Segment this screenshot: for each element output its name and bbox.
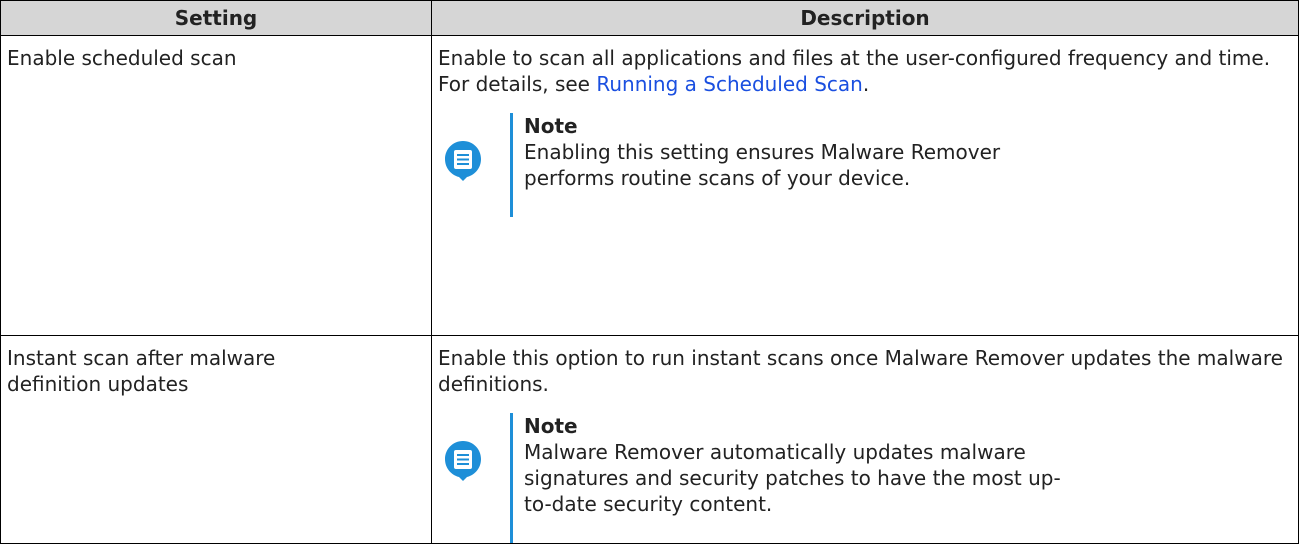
- setting-name: Enable scheduled scan: [7, 46, 237, 70]
- description-cell: Enable this option to run instant scans …: [431, 335, 1299, 544]
- note-title: Note: [524, 114, 578, 138]
- setting-cell: Enable scheduled scan: [0, 35, 432, 336]
- note-callout: Note Enabling this setting ensures Malwa…: [444, 113, 1292, 217]
- note-speech-bubble-icon: [445, 441, 481, 481]
- table-header-row: Setting Description: [0, 0, 1299, 36]
- settings-table-page: Setting Description Enable scheduled sca…: [0, 0, 1299, 544]
- note-text: Enabling this setting ensures Malware Re…: [524, 140, 1001, 190]
- note-body: Note Enabling this setting ensures Malwa…: [524, 113, 1292, 191]
- description-cell: Enable to scan all applications and file…: [431, 35, 1299, 336]
- description-text: Enable this option to run instant scans …: [438, 346, 1283, 396]
- details-prefix: For details, see: [438, 72, 597, 96]
- note-accent-bar: [510, 413, 513, 543]
- table-row: Enable scheduled scan Enable to scan all…: [0, 35, 1299, 336]
- details-suffix: .: [862, 72, 870, 96]
- note-text: Malware Remover automatically updates ma…: [524, 440, 1061, 516]
- settings-table: Setting Description Enable scheduled sca…: [0, 0, 1299, 544]
- description-text: Enable to scan all applications and file…: [438, 46, 1271, 70]
- setting-cell: Instant scan after malware definition up…: [0, 335, 432, 544]
- note-accent-bar: [510, 113, 513, 217]
- note-speech-bubble-icon: [445, 141, 481, 181]
- note-body: Note Malware Remover automatically updat…: [524, 413, 1292, 517]
- running-scheduled-scan-link[interactable]: Running a Scheduled Scan: [596, 72, 863, 96]
- description-details-line: For details, see Running a Scheduled Sca…: [438, 71, 1292, 97]
- note-callout: Note Malware Remover automatically updat…: [444, 413, 1292, 543]
- table-row: Instant scan after malware definition up…: [0, 335, 1299, 544]
- header-setting: Setting: [0, 0, 432, 36]
- header-description: Description: [431, 0, 1299, 36]
- setting-name: Instant scan after malware definition up…: [7, 346, 276, 396]
- note-title: Note: [524, 414, 578, 438]
